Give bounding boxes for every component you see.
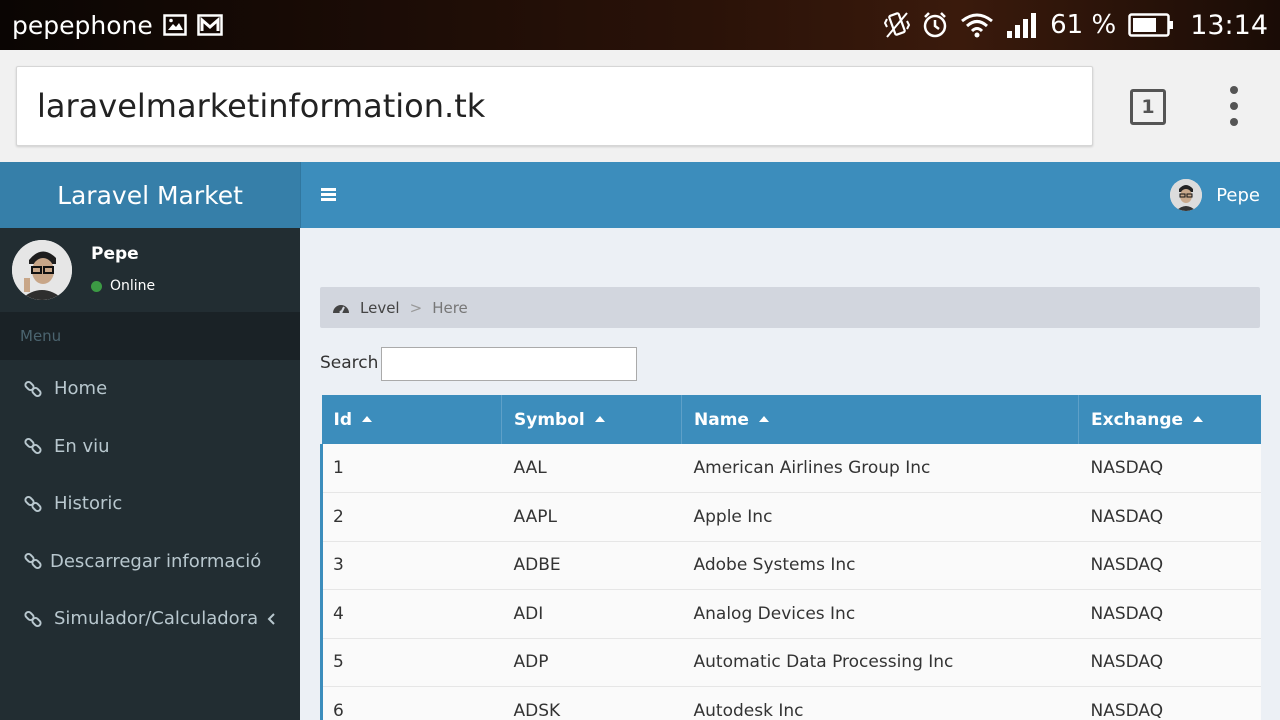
link-icon	[24, 380, 42, 398]
menu-header: Menu	[0, 312, 300, 360]
dashboard-icon	[332, 301, 350, 315]
user-status-label: Online	[110, 278, 156, 294]
table-row[interactable]: 2 AAPL Apple Inc NASDAQ	[320, 492, 1261, 542]
gmail-icon	[197, 14, 223, 36]
link-icon	[24, 610, 42, 628]
sidebar-item-historic[interactable]: Historic	[0, 475, 300, 533]
cell-name: Adobe Systems Inc	[681, 541, 1079, 590]
column-header-id[interactable]: Id	[321, 395, 502, 444]
sort-asc-icon	[758, 415, 769, 422]
sort-asc-icon	[594, 415, 605, 422]
avatar	[12, 240, 72, 300]
battery-percent: 61 %	[1050, 10, 1117, 40]
sidebar-item-label: Descarregar informació	[50, 550, 262, 572]
sidebar-item-descarregar[interactable]: Descarregar informació	[0, 533, 300, 591]
breadcrumb-level[interactable]: Level	[360, 299, 400, 317]
cell-exchange: NASDAQ	[1078, 444, 1261, 493]
tab-switcher-button[interactable]: 1	[1130, 89, 1166, 125]
cell-exchange: NASDAQ	[1078, 589, 1261, 639]
column-header-symbol[interactable]: Symbol	[501, 395, 682, 444]
cell-symbol: ADSK	[501, 686, 682, 720]
top-navbar: Pepe	[300, 162, 1280, 228]
overflow-menu-icon[interactable]	[1222, 86, 1246, 126]
avatar	[1170, 179, 1203, 211]
signal-icon	[1006, 11, 1038, 39]
battery-icon	[1128, 13, 1174, 37]
cell-exchange: NASDAQ	[1078, 638, 1261, 687]
table-row[interactable]: 3 ADBE Adobe Systems Inc NASDAQ	[320, 541, 1261, 590]
link-icon	[24, 437, 42, 455]
search-input[interactable]	[381, 347, 637, 381]
cell-symbol: AAL	[501, 444, 682, 493]
user-status: Online	[91, 278, 155, 294]
cell-symbol: ADI	[501, 589, 682, 639]
vibrate-icon	[884, 11, 911, 39]
status-bar: pepephone 61 % 13:14	[0, 0, 1280, 50]
carrier-name: pepephone	[12, 10, 153, 40]
cell-exchange: NASDAQ	[1078, 686, 1261, 720]
sidebar-item-label: En viu	[54, 435, 110, 457]
table-row[interactable]: 6 ADSK Autodesk Inc NASDAQ	[320, 686, 1261, 720]
sidebar-item-label: Home	[54, 378, 108, 400]
cell-id: 4	[320, 589, 502, 639]
cell-name: Automatic Data Processing Inc	[681, 638, 1079, 687]
cell-exchange: NASDAQ	[1078, 541, 1261, 590]
data-table: Id Symbol Name Exchange 1 AAL American A…	[320, 395, 1261, 720]
breadcrumb-separator: >	[409, 298, 423, 317]
sidebar-item-label: Simulador/Calculadora	[54, 608, 259, 630]
cell-name: Analog Devices Inc	[681, 589, 1079, 639]
cell-name: American Airlines Group Inc	[681, 444, 1079, 493]
cell-exchange: NASDAQ	[1078, 492, 1261, 542]
sidebar-item-home[interactable]: Home	[0, 360, 300, 418]
browser-toolbar: laravelmarketinformation.tk 1	[0, 50, 1280, 162]
cell-id: 5	[320, 638, 502, 687]
table-row[interactable]: 5 ADP Automatic Data Processing Inc NASD…	[320, 638, 1261, 687]
cell-name: Autodesk Inc	[681, 686, 1079, 720]
online-status-icon	[91, 280, 102, 292]
column-header-exchange[interactable]: Exchange	[1078, 395, 1261, 444]
sidebar-toggle-icon[interactable]	[321, 188, 336, 201]
table-row[interactable]: 1 AAL American Airlines Group Inc NASDAQ	[320, 444, 1261, 493]
user-menu[interactable]: Pepe	[1170, 179, 1260, 211]
sidebar: Pepe Online Menu Home En viu Historic De…	[0, 228, 300, 720]
address-bar[interactable]: laravelmarketinformation.tk	[16, 66, 1093, 146]
sidebar-item-label: Historic	[54, 493, 123, 515]
cell-id: 6	[320, 686, 502, 720]
chevron-left-icon	[266, 611, 276, 630]
link-icon	[24, 552, 42, 570]
cell-id: 3	[320, 541, 502, 590]
table-row[interactable]: 4 ADI Analog Devices Inc NASDAQ	[320, 589, 1261, 639]
sidebar-item-simulador[interactable]: Simulador/Calculadora	[0, 590, 300, 648]
breadcrumb: Level > Here	[320, 287, 1260, 328]
search-label: Search	[320, 353, 379, 373]
sort-asc-icon	[362, 415, 372, 422]
breadcrumb-here: Here	[432, 298, 468, 317]
cell-symbol: ADBE	[501, 541, 682, 590]
cell-symbol: AAPL	[501, 492, 682, 542]
nav-user-name: Pepe	[1216, 184, 1260, 206]
alarm-icon	[922, 11, 948, 39]
wifi-icon	[960, 12, 994, 38]
sidebar-item-en-viu[interactable]: En viu	[0, 418, 300, 476]
app-logo[interactable]: Laravel Market	[0, 162, 300, 228]
cell-name: Apple Inc	[681, 492, 1079, 542]
user-panel: Pepe Online	[0, 228, 300, 312]
cell-id: 2	[320, 492, 502, 542]
image-icon	[163, 14, 187, 36]
cell-id: 1	[320, 444, 502, 493]
clock: 13:14	[1190, 9, 1268, 41]
cell-symbol: ADP	[501, 638, 682, 687]
sort-asc-icon	[1193, 415, 1204, 422]
link-icon	[24, 495, 42, 513]
column-header-name[interactable]: Name	[681, 395, 1079, 444]
url-text: laravelmarketinformation.tk	[37, 87, 486, 125]
sidebar-user-name: Pepe	[91, 244, 139, 264]
